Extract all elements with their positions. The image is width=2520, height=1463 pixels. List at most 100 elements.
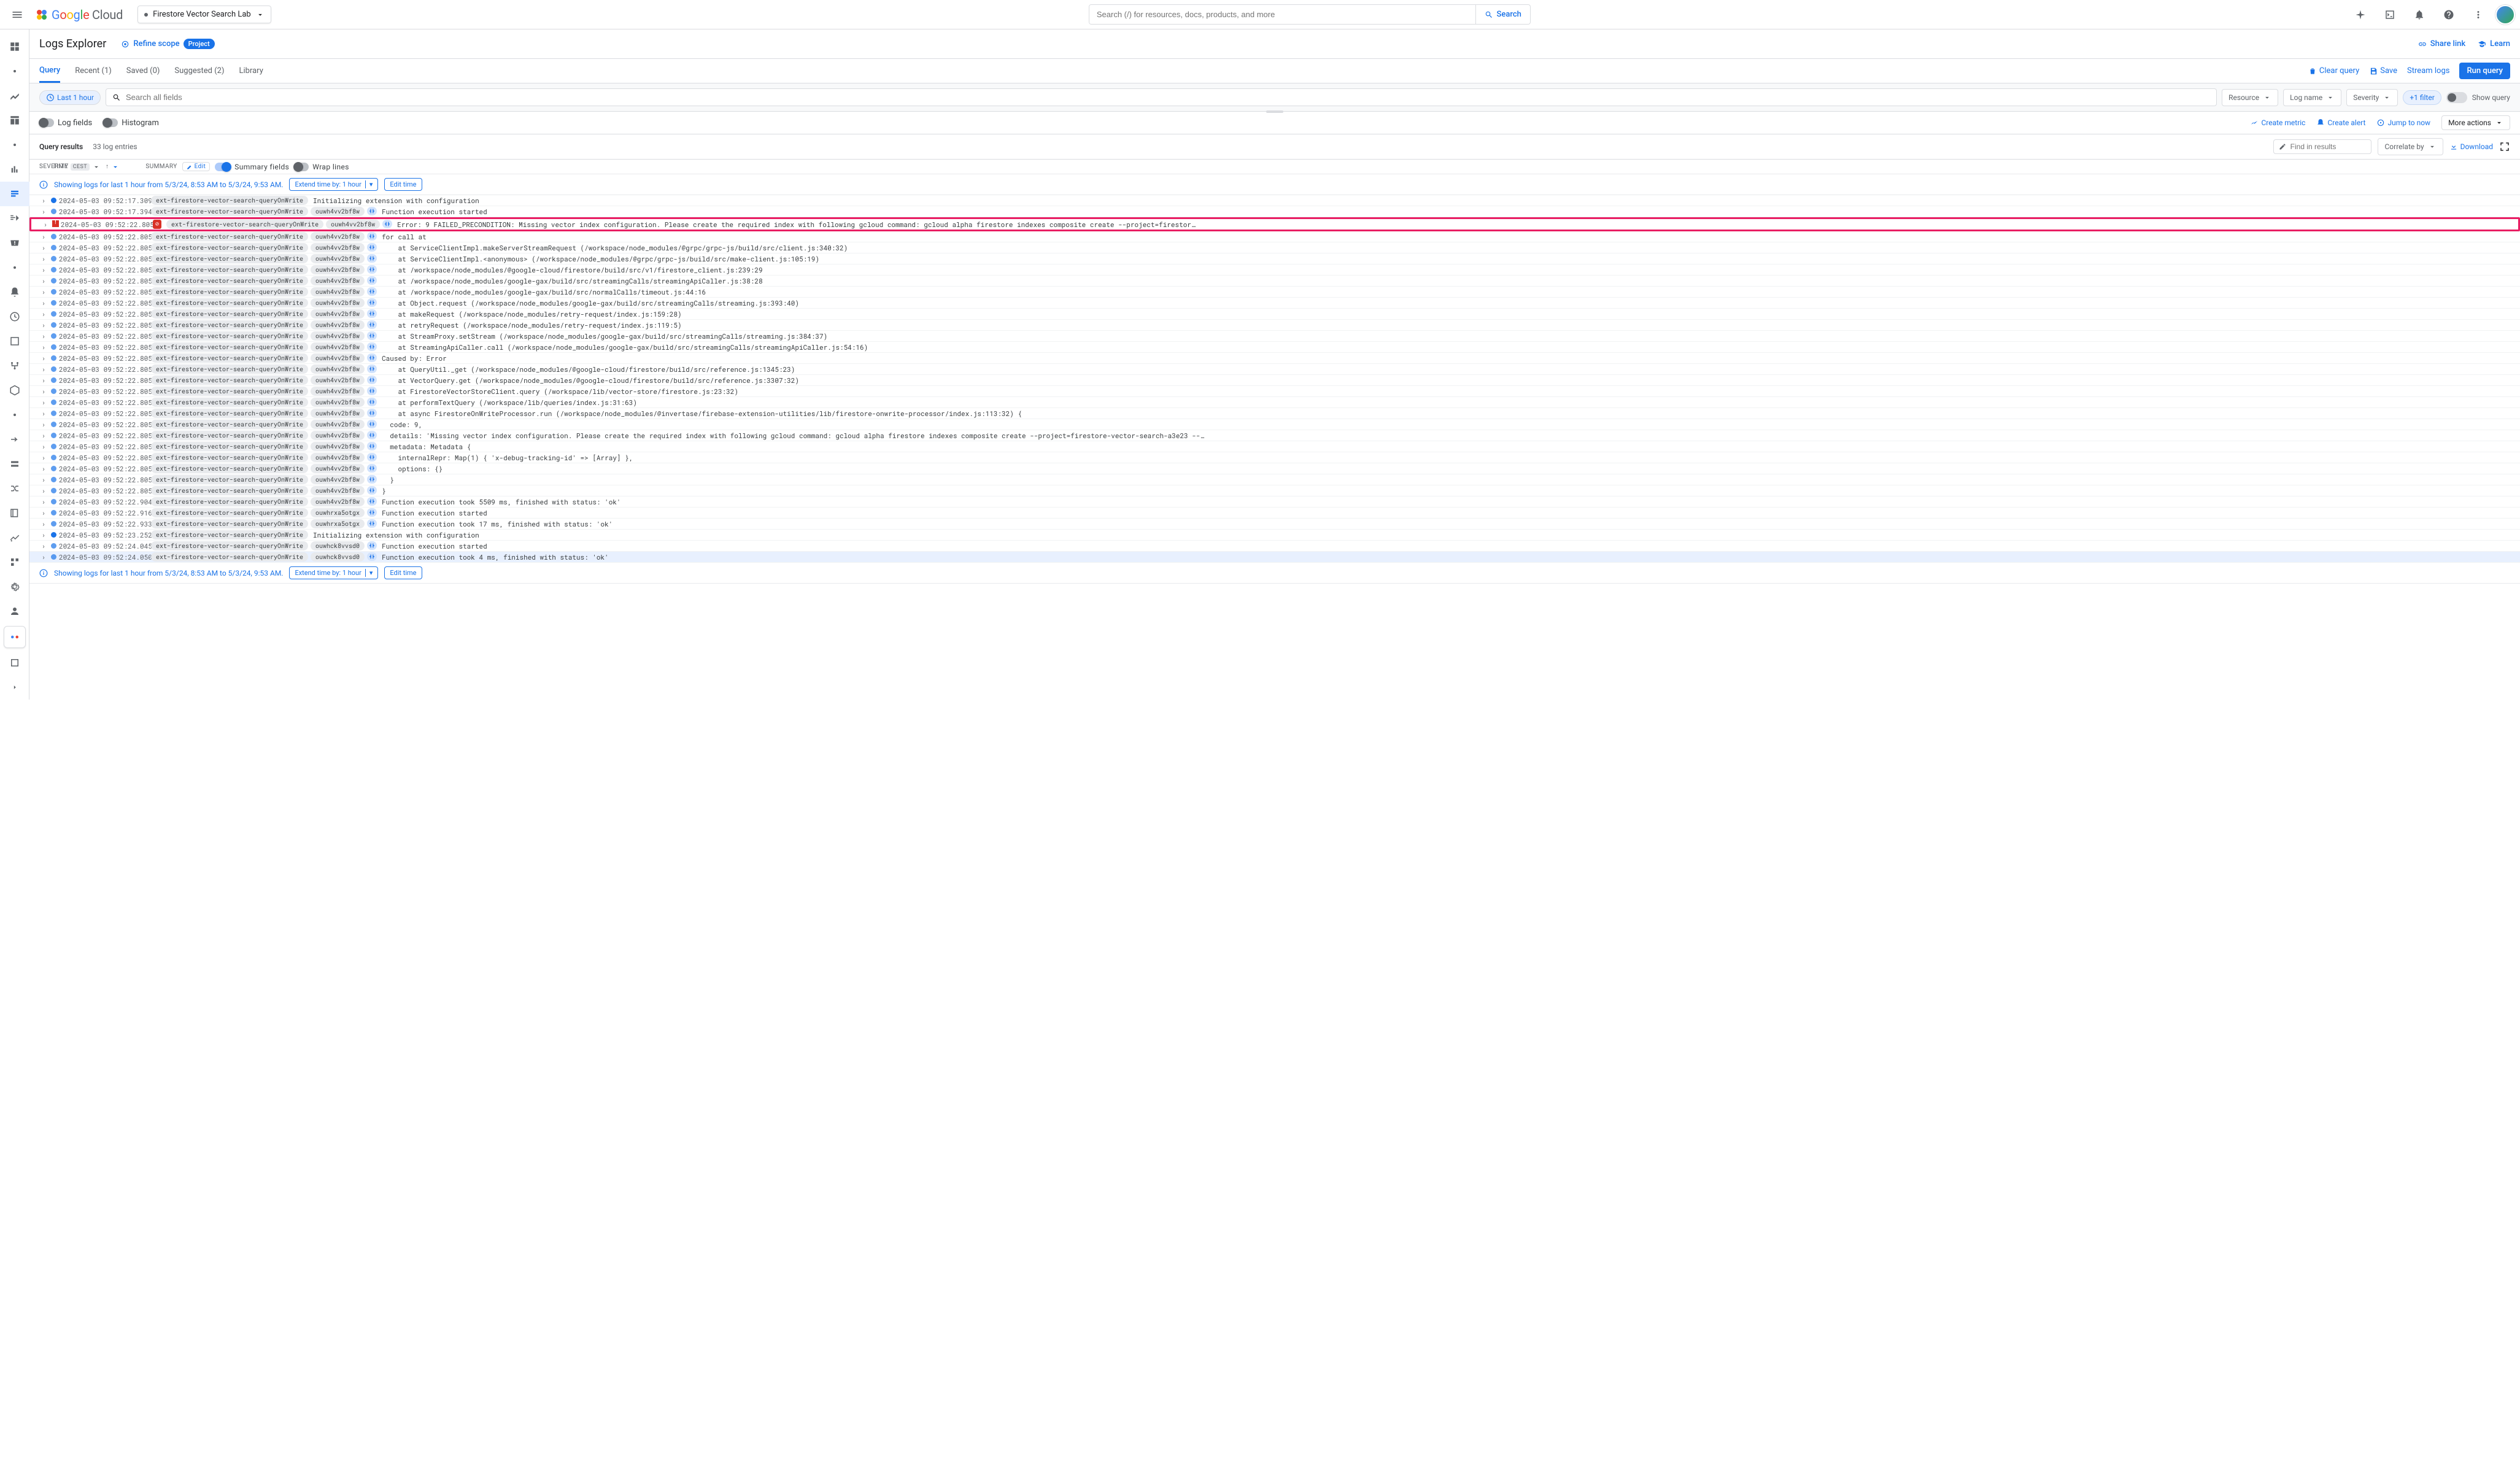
execution-id-chip[interactable]: ouwh4vv2bf8w	[311, 486, 365, 495]
execution-id-chip[interactable]: ouwh4vv2bf8w	[311, 320, 365, 330]
timezone-badge[interactable]: CEST	[71, 163, 90, 171]
log-row[interactable]: ›2024-05-03 09:52:22.805ext-firestore-ve…	[29, 298, 2520, 309]
expand-row-icon[interactable]: ›	[39, 207, 48, 216]
expand-row-icon[interactable]: ›	[39, 453, 48, 462]
execution-id-chip[interactable]: ouwh4vv2bf8w	[311, 398, 365, 407]
log-row[interactable]: ›2024-05-03 09:52:24.045ext-firestore-ve…	[29, 541, 2520, 552]
log-row[interactable]: ›2024-05-03 09:52:22.805ext-firestore-ve…	[29, 320, 2520, 331]
more-vert-icon[interactable]	[2466, 2, 2491, 27]
learn-button[interactable]: Learn	[2478, 39, 2510, 48]
expand-row-icon[interactable]: ›	[39, 265, 48, 274]
show-query-toggle[interactable]	[2446, 92, 2467, 103]
expand-row-icon[interactable]: ›	[39, 243, 48, 252]
execution-id-chip[interactable]: ouwhck8vvsd0	[311, 541, 365, 550]
execution-id-chip[interactable]: ouwh4vv2bf8w	[311, 232, 365, 241]
global-search-button[interactable]: Search	[1475, 5, 1530, 24]
log-row[interactable]: ›2024-05-03 09:52:22.805ext-firestore-ve…	[29, 364, 2520, 375]
expand-row-icon[interactable]: ›	[39, 365, 48, 374]
function-name-chip[interactable]: ext-firestore-vector-search-queryOnWrite	[151, 541, 308, 550]
function-name-chip[interactable]: ext-firestore-vector-search-queryOnWrite	[151, 254, 308, 263]
expand-row-icon[interactable]: ›	[39, 353, 48, 363]
rail-marketplace-button[interactable]	[4, 626, 26, 648]
execution-id-chip[interactable]: ouwh4vv2bf8w	[311, 309, 365, 318]
expand-row-icon[interactable]: ›	[39, 196, 48, 205]
expand-row-icon[interactable]: ›	[39, 298, 48, 307]
expand-row-icon[interactable]: ›	[39, 398, 48, 407]
run-query-button[interactable]: Run query	[2459, 63, 2510, 79]
extend-time-button[interactable]: Extend time by: 1 hour▾	[289, 566, 378, 579]
expand-row-icon[interactable]: ›	[39, 475, 48, 484]
time-range-chip[interactable]: Last 1 hour	[39, 90, 101, 105]
expand-row-icon[interactable]: ›	[39, 464, 48, 473]
user-avatar[interactable]	[2495, 5, 2515, 25]
rail-logs-icon[interactable]	[0, 182, 29, 206]
help-icon[interactable]	[2437, 2, 2461, 27]
execution-id-chip[interactable]: ouwh4vv2bf8w	[311, 453, 365, 462]
expand-row-icon[interactable]: ›	[39, 431, 48, 440]
chevron-down-icon[interactable]: ▾	[365, 180, 373, 188]
function-name-chip[interactable]: ext-firestore-vector-search-queryOnWrite	[151, 420, 308, 429]
tab-saved[interactable]: Saved (0)	[126, 60, 160, 82]
execution-id-chip[interactable]: ouwh4vv2bf8w	[311, 342, 365, 352]
function-name-chip[interactable]: ext-firestore-vector-search-queryOnWrite	[151, 530, 308, 539]
execution-id-chip[interactable]: ouwh4vv2bf8w	[311, 409, 365, 418]
function-name-chip[interactable]: ext-firestore-vector-search-queryOnWrite	[151, 243, 308, 252]
expand-row-icon[interactable]: ›	[39, 331, 48, 341]
function-name-chip[interactable]: ext-firestore-vector-search-queryOnWrite	[151, 232, 308, 241]
execution-id-chip[interactable]: ouwh4vv2bf8w	[311, 475, 365, 484]
edit-time-button[interactable]: Edit time	[384, 178, 422, 191]
log-row[interactable]: ›2024-05-03 09:52:22.805ext-firestore-ve…	[29, 342, 2520, 353]
additional-filter-chip[interactable]: +1 filter	[2403, 90, 2441, 105]
expand-row-icon[interactable]: ›	[39, 420, 48, 429]
notifications-icon[interactable]	[2407, 2, 2432, 27]
find-in-results[interactable]	[2273, 139, 2371, 154]
share-link-button[interactable]: Share link	[2418, 39, 2465, 48]
rail-pin-icon[interactable]	[0, 34, 29, 59]
nav-menu-button[interactable]	[5, 2, 29, 27]
rail-book-icon[interactable]	[0, 501, 29, 525]
log-row[interactable]: ›2024-05-03 09:52:22.805ext-firestore-ve…	[29, 408, 2520, 419]
function-name-chip[interactable]: ext-firestore-vector-search-queryOnWrite	[151, 475, 308, 484]
log-row[interactable]: ›2024-05-03 09:52:17.394ext-firestore-ve…	[29, 206, 2520, 217]
wrap-lines-toggle[interactable]: Wrap lines	[294, 163, 349, 171]
expand-row-icon[interactable]: ›	[39, 552, 48, 562]
function-name-chip[interactable]: ext-firestore-vector-search-queryOnWrite	[151, 276, 308, 285]
download-button[interactable]: Download	[2449, 142, 2493, 151]
cloud-shell-icon[interactable]	[2378, 2, 2402, 27]
expand-row-icon[interactable]: ›	[39, 486, 48, 495]
log-row[interactable]: ›2024-05-03 09:52:22.805ext-firestore-ve…	[29, 353, 2520, 364]
function-name-chip[interactable]: ext-firestore-vector-search-queryOnWrite	[151, 207, 308, 216]
function-name-chip[interactable]: ext-firestore-vector-search-queryOnWrite	[151, 353, 308, 363]
expand-row-icon[interactable]: ›	[39, 232, 48, 241]
severity-dropdown[interactable]: Severity	[2346, 89, 2398, 106]
log-row[interactable]: ›2024-05-03 09:52:22.805ext-firestore-ve…	[29, 276, 2520, 287]
rail-settings-icon[interactable]	[0, 574, 29, 599]
log-row[interactable]: ›2024-05-03 09:52:22.933ext-firestore-ve…	[29, 519, 2520, 530]
log-row[interactable]: ›2024-05-03 09:52:22.904ext-firestore-ve…	[29, 496, 2520, 508]
expand-row-icon[interactable]: ›	[39, 519, 48, 528]
histogram-toggle[interactable]: Histogram	[103, 118, 159, 128]
rail-metrics-icon[interactable]	[0, 83, 29, 108]
rail-uptime-icon[interactable]	[0, 304, 29, 329]
expand-row-icon[interactable]: ›	[39, 320, 48, 330]
expand-row-icon[interactable]: ›	[39, 387, 48, 396]
gemini-icon[interactable]	[2348, 2, 2373, 27]
log-row[interactable]: ›2024-05-03 09:52:22.805ext-firestore-ve…	[29, 231, 2520, 242]
rail-trace-icon[interactable]	[0, 206, 29, 231]
function-name-chip[interactable]: ext-firestore-vector-search-queryOnWrite	[151, 486, 308, 495]
log-row[interactable]: ›2024-05-03 09:52:22.805ext-firestore-ve…	[29, 386, 2520, 397]
create-alert-button[interactable]: Create alert	[2316, 118, 2365, 127]
edit-summary-button[interactable]: Edit	[182, 162, 211, 171]
refine-scope-button[interactable]: Refine scope Project	[121, 39, 214, 49]
expand-row-icon[interactable]: ›	[39, 254, 48, 263]
execution-id-chip[interactable]: ouwh4vv2bf8w	[311, 497, 365, 506]
rail-storage-icon[interactable]	[0, 452, 29, 476]
tab-library[interactable]: Library	[239, 60, 263, 82]
function-name-chip[interactable]: ext-firestore-vector-search-queryOnWrite	[151, 552, 308, 562]
logname-dropdown[interactable]: Log name	[2283, 89, 2341, 106]
function-name-chip[interactable]: ext-firestore-vector-search-queryOnWrite	[151, 265, 308, 274]
fullscreen-icon[interactable]	[2499, 141, 2510, 152]
tab-recent[interactable]: Recent (1)	[75, 60, 112, 82]
rail-config-icon[interactable]	[0, 525, 29, 550]
function-name-chip[interactable]: ext-firestore-vector-search-queryOnWrite	[151, 442, 308, 451]
